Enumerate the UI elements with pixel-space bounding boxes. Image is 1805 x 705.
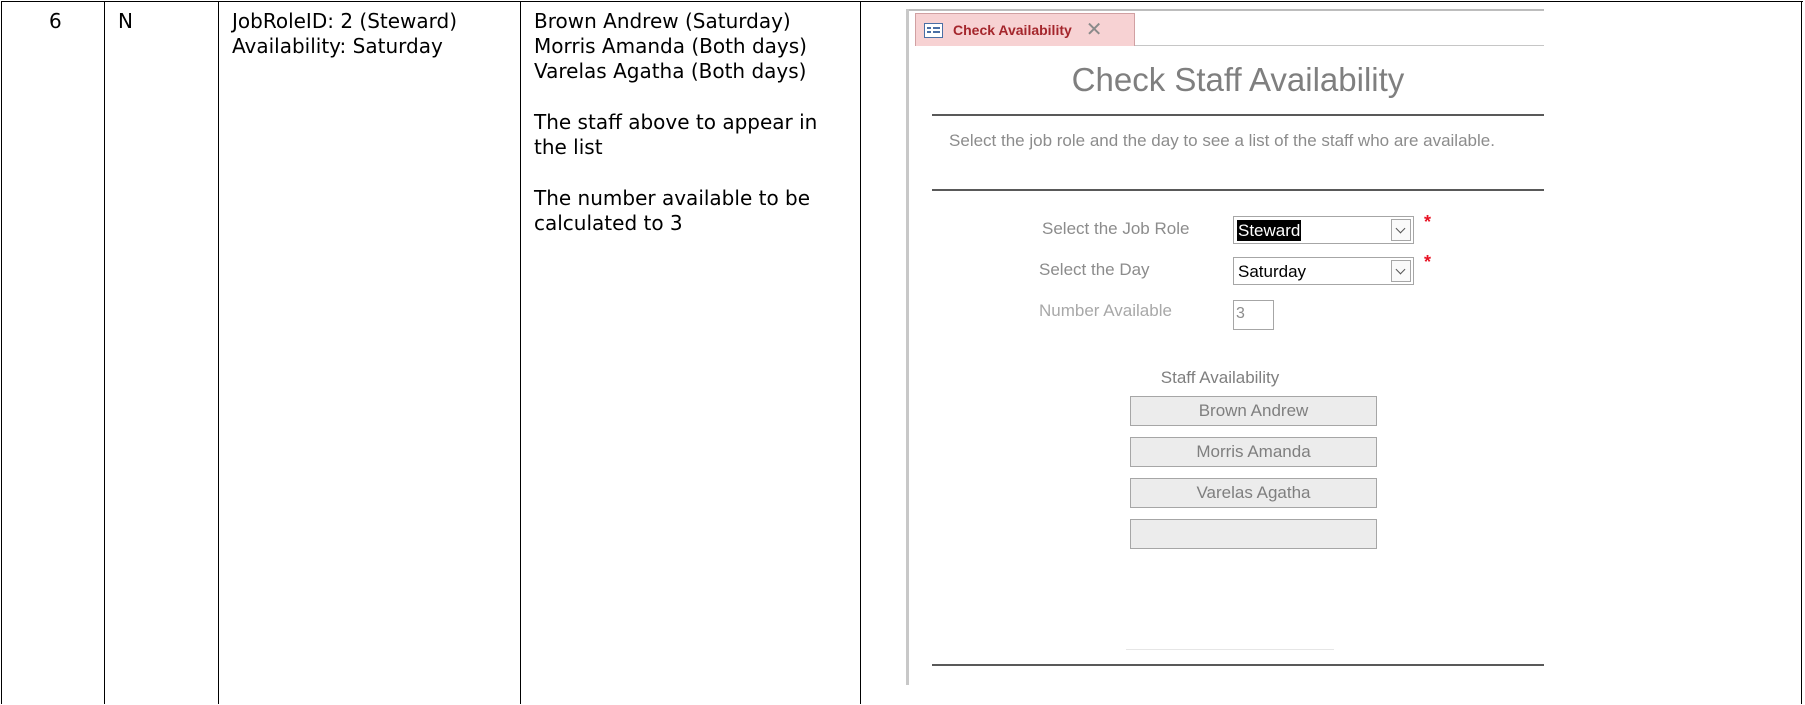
staff-list-item[interactable]: Morris Amanda — [1130, 437, 1377, 467]
number-available-field: 3 — [1233, 300, 1274, 330]
table-top-border — [1, 1, 1803, 2]
table-border — [1801, 1, 1802, 704]
column-divider — [104, 1, 105, 704]
day-select[interactable]: Saturday — [1233, 257, 1414, 285]
expected-name: Brown Andrew (Saturday) — [534, 9, 791, 33]
staff-list-item[interactable]: Varelas Agatha — [1130, 478, 1377, 508]
column-divider — [520, 1, 521, 704]
test-data-line: JobRoleID: 2 (Steward) — [232, 9, 458, 33]
column-divider — [860, 1, 861, 704]
test-data: JobRoleID: 2 (Steward) Availability: Sat… — [232, 9, 512, 59]
staff-list-title: Staff Availability — [1160, 368, 1280, 387]
job-role-label: Select the Job Role — [1042, 219, 1190, 238]
expected-result: Brown Andrew (Saturday) Morris Amanda (B… — [534, 9, 854, 236]
tab-check-availability[interactable]: Check Availability ✕ — [915, 13, 1135, 46]
close-icon[interactable]: ✕ — [1086, 20, 1103, 40]
header-rule — [932, 114, 1544, 116]
footer-rule — [932, 664, 1544, 666]
expected-note: The number available to be calculated to… — [534, 186, 811, 235]
column-divider — [218, 1, 219, 704]
window-border — [909, 9, 1544, 11]
header-rule — [932, 189, 1544, 191]
staff-list-item[interactable] — [1130, 519, 1377, 549]
form-instructions: Select the job role and the day to see a… — [949, 131, 1495, 150]
form-title: Check Staff Availability — [1071, 61, 1405, 98]
form-icon — [924, 22, 943, 38]
number-available-label: Number Available — [1039, 301, 1172, 320]
expected-name: Varelas Agatha (Both days) — [534, 59, 807, 83]
test-type: N — [118, 9, 133, 33]
test-data-line: Availability: Saturday — [232, 34, 443, 58]
staff-list-item[interactable]: Brown Andrew — [1130, 396, 1377, 426]
expected-note: The staff above to appear in the list — [534, 110, 818, 159]
chevron-down-icon[interactable] — [1391, 260, 1411, 282]
job-role-value: Steward — [1237, 220, 1302, 241]
test-table: 6 N JobRoleID: 2 (Steward) Availability:… — [1, 1, 1803, 704]
test-number: 6 — [49, 9, 62, 33]
required-marker: * — [1424, 252, 1432, 272]
number-available-value: 3 — [1236, 305, 1245, 322]
required-marker: * — [1424, 212, 1432, 232]
access-form-screenshot: Check Availability ✕ Check Staff Availab… — [906, 9, 1544, 685]
form-divider — [1126, 649, 1334, 650]
tab-strip-line — [1135, 45, 1544, 46]
expected-name: Morris Amanda (Both days) — [534, 34, 807, 58]
day-value: Saturday — [1238, 262, 1307, 281]
day-label: Select the Day — [1039, 260, 1150, 279]
window-border — [906, 9, 909, 685]
tab-label: Check Availability — [953, 22, 1072, 38]
table-border — [1, 1, 2, 704]
job-role-select[interactable]: Steward — [1233, 216, 1414, 244]
chevron-down-icon[interactable] — [1391, 219, 1411, 241]
